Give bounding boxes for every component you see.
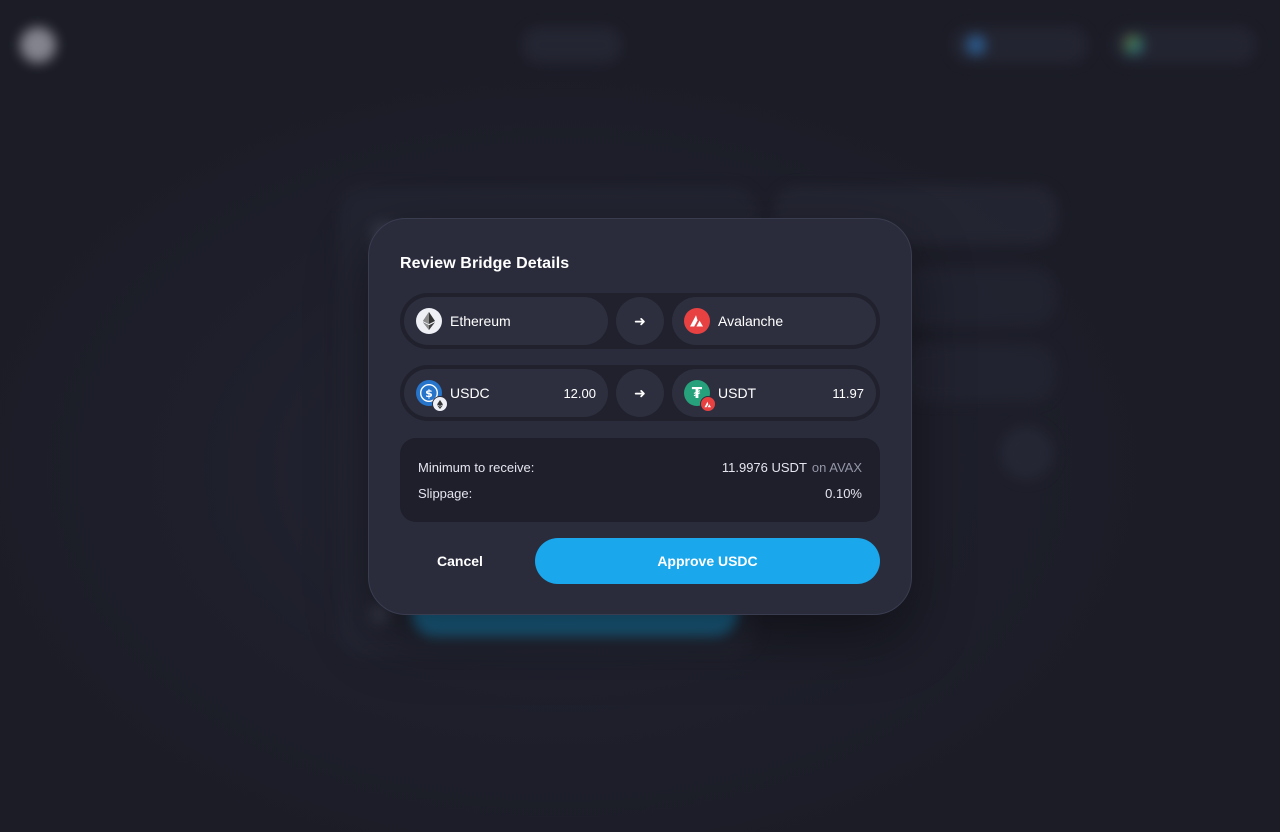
review-bridge-modal: Review Bridge Details Ethereum ➜ Avalanc…: [368, 218, 912, 615]
avalanche-icon: [684, 308, 710, 334]
min-receive-value: 11.9976 USDT: [721, 459, 807, 475]
bridge-details-panel: Minimum to receive: 11.9976 USDT on AVAX …: [400, 438, 880, 522]
network-route-row: Ethereum ➜ Avalanche: [400, 293, 880, 349]
to-network-pill: Avalanche: [672, 297, 876, 345]
side-row-blurred: [900, 344, 1056, 402]
approve-usdc-button[interactable]: Approve USDC: [535, 538, 880, 584]
route-arrow-icon: ➜: [616, 297, 664, 345]
avalanche-badge-icon: [700, 396, 716, 412]
ethereum-badge-icon: [432, 396, 448, 412]
slippage-label: Slippage:: [418, 485, 473, 501]
side-circle-blurred: [1000, 426, 1054, 480]
usdt-icon: ₮: [684, 380, 716, 412]
from-network-name: Ethereum: [450, 313, 511, 329]
min-receive-label: Minimum to receive:: [418, 459, 535, 475]
min-receive-network: on AVAX: [811, 459, 862, 475]
to-network-name: Avalanche: [718, 313, 784, 329]
modal-title: Review Bridge Details: [400, 255, 570, 272]
slippage-row: Slippage: 0.10%: [418, 484, 862, 502]
to-token-symbol: USDT: [718, 385, 757, 401]
side-row-blurred: [900, 268, 1056, 326]
ethereum-icon: [416, 308, 442, 334]
from-network-pill: Ethereum: [404, 297, 608, 345]
from-token-symbol: USDC: [450, 385, 490, 401]
token-route-row: $ USDC 12.00 ➜ ₮ USDT 11.97: [400, 365, 880, 421]
slippage-value: 0.10%: [825, 485, 862, 501]
network-selector-blurred: [952, 27, 1088, 63]
wallet-avatar-icon: [1124, 35, 1144, 55]
to-token-amount: 11.97: [832, 385, 864, 401]
from-token-amount: 12.00: [563, 385, 596, 401]
network-icon: [966, 35, 986, 55]
usdc-icon: $: [416, 380, 448, 412]
svg-text:$: $: [425, 387, 433, 400]
app-logo-icon: [20, 27, 56, 63]
to-token-pill: ₮ USDT 11.97: [672, 369, 876, 417]
route-arrow-icon: ➜: [616, 369, 664, 417]
min-receive-value-group: 11.9976 USDT on AVAX: [722, 460, 862, 475]
nav-item-blurred: [522, 27, 622, 63]
min-receive-row: Minimum to receive: 11.9976 USDT on AVAX: [418, 458, 862, 476]
page: Review Bridge Details Ethereum ➜ Avalanc…: [0, 0, 1280, 832]
cancel-button[interactable]: Cancel: [400, 538, 520, 584]
from-token-pill: $ USDC 12.00: [404, 369, 608, 417]
nav-item-blurred: [650, 27, 740, 63]
wallet-button-blurred: [1112, 27, 1256, 63]
